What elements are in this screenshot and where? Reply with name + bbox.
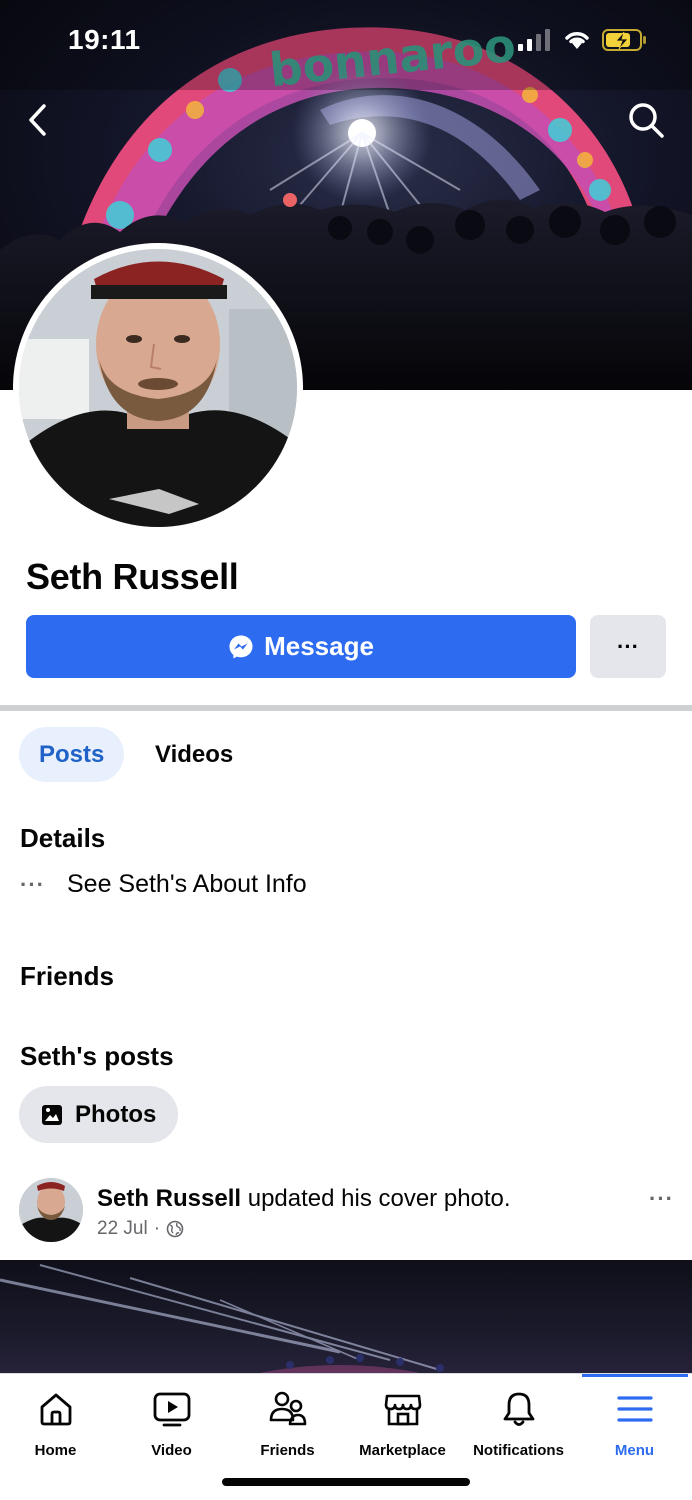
back-button[interactable] xyxy=(14,96,62,144)
nav-home[interactable]: Home xyxy=(0,1390,113,1459)
post-photo-image xyxy=(0,1264,444,1375)
messenger-icon xyxy=(229,635,253,658)
nav-menu-label: Menu xyxy=(614,1442,655,1459)
home-icon xyxy=(40,1393,71,1426)
posts-title: Seth's posts xyxy=(20,1041,174,1071)
battery-charging-icon xyxy=(602,29,646,51)
cellular-signal-icon xyxy=(518,29,550,51)
section-divider xyxy=(0,705,692,711)
wifi-icon xyxy=(565,32,589,49)
profile-name: Seth Russell xyxy=(26,556,239,597)
photos-chip-label: Photos xyxy=(75,1100,157,1128)
nav-video-label: Video xyxy=(151,1442,192,1459)
post-photo[interactable] xyxy=(0,1260,692,1375)
globe-icon xyxy=(166,1220,184,1238)
profile-picture[interactable] xyxy=(13,243,303,533)
nav-menu[interactable]: Menu xyxy=(577,1390,692,1459)
post-avatar-image xyxy=(19,1178,83,1242)
tab-posts-label: Posts xyxy=(39,740,105,768)
see-about-info-link[interactable]: ··· See Seth's About Info xyxy=(20,870,307,899)
profile-more-button[interactable]: ··· xyxy=(590,615,666,678)
details-title: Details xyxy=(20,823,106,853)
nav-marketplace-label: Marketplace xyxy=(359,1442,446,1459)
nav-friends-label: Friends xyxy=(260,1442,315,1459)
marketplace-icon xyxy=(384,1394,421,1426)
post-meta: 22 Jul · xyxy=(97,1218,184,1240)
profile-photo-image xyxy=(19,249,297,527)
bell-icon xyxy=(503,1392,534,1426)
nav-notifications[interactable]: Notifications xyxy=(461,1390,576,1459)
search-button[interactable] xyxy=(622,96,670,144)
friends-title: Friends xyxy=(20,961,114,991)
nav-marketplace[interactable]: Marketplace xyxy=(345,1390,460,1459)
nav-notifications-label: Notifications xyxy=(473,1442,564,1459)
post-author-link[interactable]: Seth Russell xyxy=(97,1185,241,1212)
message-button[interactable]: Message xyxy=(26,615,576,678)
post-date[interactable]: 22 Jul xyxy=(97,1218,148,1240)
post-title: Seth Russell updated his cover photo. xyxy=(97,1185,511,1213)
post-author-avatar[interactable] xyxy=(19,1178,83,1242)
photo-icon xyxy=(42,1104,62,1125)
nav-home-label: Home xyxy=(34,1442,77,1459)
nav-friends[interactable]: Friends xyxy=(230,1390,345,1459)
post-more-button[interactable]: ··· xyxy=(649,1186,674,1212)
status-indicators xyxy=(518,28,648,52)
video-icon xyxy=(153,1392,190,1427)
chevron-left-icon xyxy=(29,104,46,136)
about-dots-icon: ··· xyxy=(20,871,45,897)
post-meta-separator: · xyxy=(153,1218,161,1239)
more-dots-icon: ··· xyxy=(617,633,639,659)
search-icon xyxy=(629,103,664,138)
post-header: Seth Russell updated his cover photo. 22… xyxy=(19,1178,674,1248)
tab-videos-label: Videos xyxy=(155,740,234,768)
status-time: 19:11 xyxy=(68,24,141,55)
nav-video[interactable]: Video xyxy=(114,1390,229,1459)
menu-icon xyxy=(616,1396,653,1422)
message-button-label: Message xyxy=(264,631,374,661)
tab-videos[interactable]: Videos xyxy=(135,727,253,782)
friends-icon xyxy=(269,1391,306,1426)
status-bar: 19:11 xyxy=(0,0,692,84)
active-tab-indicator xyxy=(582,1374,688,1377)
home-indicator[interactable] xyxy=(222,1478,470,1486)
about-info-label: See Seth's About Info xyxy=(66,870,307,898)
tab-posts[interactable]: Posts xyxy=(19,727,125,782)
post-action-text: updated his cover photo. xyxy=(241,1185,511,1212)
photos-filter-button[interactable]: Photos xyxy=(19,1086,179,1143)
